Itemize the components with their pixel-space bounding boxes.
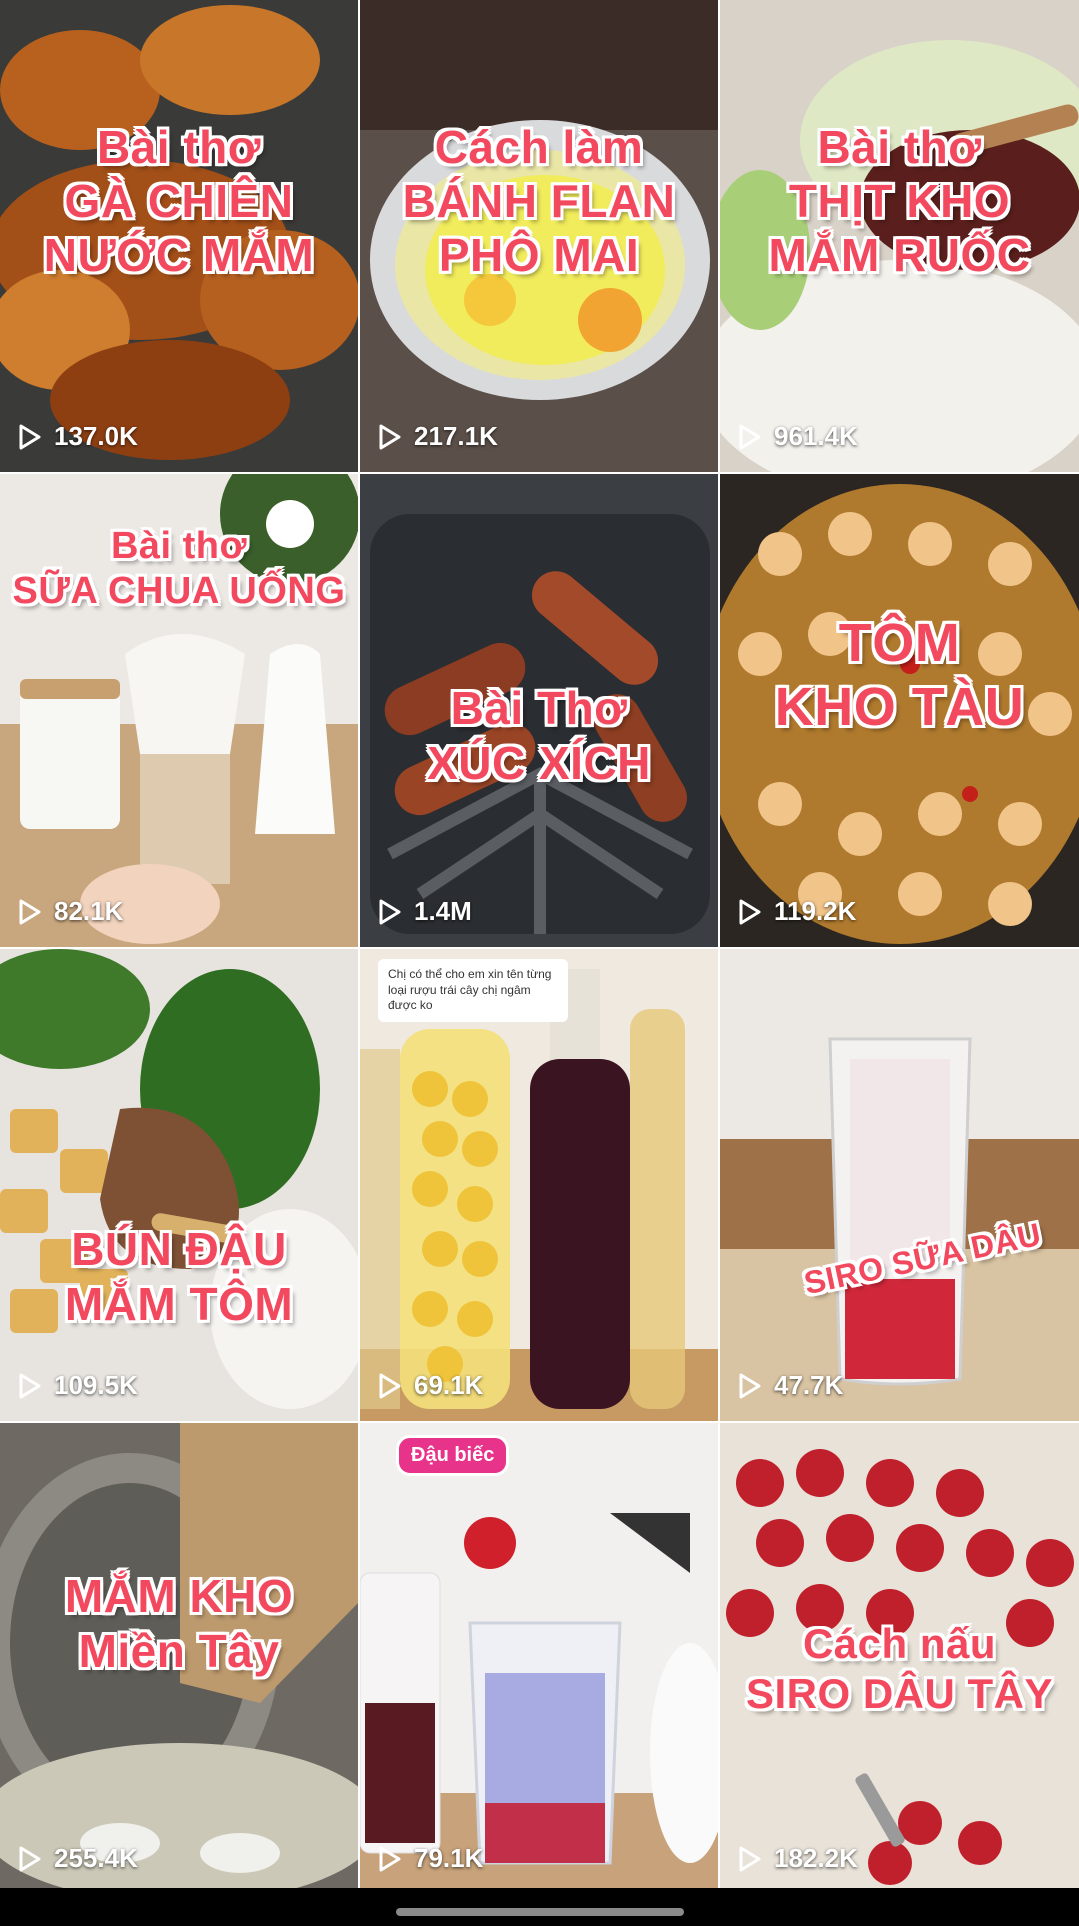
play-icon <box>19 899 41 924</box>
play-icon <box>379 1373 401 1398</box>
video-thumbnail <box>720 949 1079 1421</box>
view-count-text: 47.7K <box>774 1370 844 1400</box>
comment-text: Chị có thể cho em xin tên từng loại rượu… <box>388 967 552 1013</box>
view-count-text: 137.0K <box>54 421 138 451</box>
view-count: 217.1K <box>378 421 498 452</box>
view-count-text: 961.4K <box>774 421 858 451</box>
video-tile[interactable]: Bài thơ SỮA CHUA UỐNG 82.1K <box>0 474 358 947</box>
play-icon <box>739 899 761 924</box>
view-count: 79.1K <box>378 1843 483 1874</box>
video-grid: Bài thơ GÀ CHIÊN NƯỚC MẮM 137.0K Cách là… <box>0 0 1079 1894</box>
view-count: 137.0K <box>18 421 138 452</box>
video-thumbnail <box>0 474 358 947</box>
view-count: 1.4M <box>378 896 472 927</box>
play-icon <box>739 1846 761 1871</box>
video-tile[interactable]: Bài thơ GÀ CHIÊN NƯỚC MẮM 137.0K <box>0 0 358 472</box>
video-tile[interactable]: MẮM KHO Miền Tây 255.4K <box>0 1423 358 1894</box>
view-count: 69.1K <box>378 1370 483 1401</box>
play-icon <box>379 899 401 924</box>
video-tile[interactable]: TÔM KHO TÀU 119.2K <box>720 474 1079 947</box>
video-thumbnail <box>360 474 718 947</box>
video-tile[interactable]: Đậu biếc 79.1K <box>360 1423 718 1894</box>
view-count-text: 82.1K <box>54 896 124 926</box>
view-count-text: 79.1K <box>414 1843 484 1873</box>
video-tile[interactable]: Bài Thơ XÚC XÍCH 1.4M <box>360 474 718 947</box>
video-thumbnail <box>0 1423 358 1894</box>
view-count-text: 1.4M <box>414 896 472 926</box>
play-icon <box>19 424 41 449</box>
view-count: 182.2K <box>738 1843 858 1874</box>
play-icon <box>739 1373 761 1398</box>
video-tile[interactable]: SIRO SỮA DÂU 47.7K <box>720 949 1079 1421</box>
view-count: 255.4K <box>18 1843 138 1874</box>
video-tile[interactable]: Bài thơ THỊT KHO MẮM RUỐC 961.4K <box>720 0 1079 472</box>
view-count: 47.7K <box>738 1370 843 1401</box>
play-icon <box>379 1846 401 1871</box>
view-count: 119.2K <box>738 896 856 927</box>
comment-reply-bubble: Chị có thể cho em xin tên từng loại rượu… <box>378 959 568 1022</box>
play-icon <box>739 424 761 449</box>
view-count: 961.4K <box>738 421 858 452</box>
view-count-text: 217.1K <box>414 421 498 451</box>
home-indicator[interactable] <box>396 1908 684 1916</box>
view-count-text: 182.2K <box>774 1843 858 1873</box>
view-count-text: 109.5K <box>54 1370 138 1400</box>
video-thumbnail <box>0 0 358 472</box>
play-icon <box>19 1373 41 1398</box>
play-icon <box>19 1846 41 1871</box>
play-icon <box>379 424 401 449</box>
video-tag-label: Đậu biếc <box>396 1435 510 1476</box>
view-count-text: 69.1K <box>414 1370 484 1400</box>
video-tile[interactable]: BÚN ĐẬU MẮM TÔM 109.5K <box>0 949 358 1421</box>
video-thumbnail <box>0 949 358 1421</box>
video-thumbnail <box>720 0 1079 472</box>
view-count: 82.1K <box>18 896 123 927</box>
video-tile[interactable]: Cách làm BÁNH FLAN PHÔ MAI 217.1K <box>360 0 718 472</box>
video-thumbnail <box>360 0 718 472</box>
bottom-bar <box>0 1888 1079 1926</box>
video-tile[interactable]: Cách nấu SIRO DÂU TÂY 182.2K <box>720 1423 1079 1894</box>
video-thumbnail <box>360 1423 718 1894</box>
video-thumbnail <box>720 474 1079 947</box>
view-count-text: 119.2K <box>774 896 857 926</box>
video-tile[interactable]: Chị có thể cho em xin tên từng loại rượu… <box>360 949 718 1421</box>
view-count-text: 255.4K <box>54 1843 138 1873</box>
view-count: 109.5K <box>18 1370 138 1401</box>
video-thumbnail <box>720 1423 1079 1894</box>
